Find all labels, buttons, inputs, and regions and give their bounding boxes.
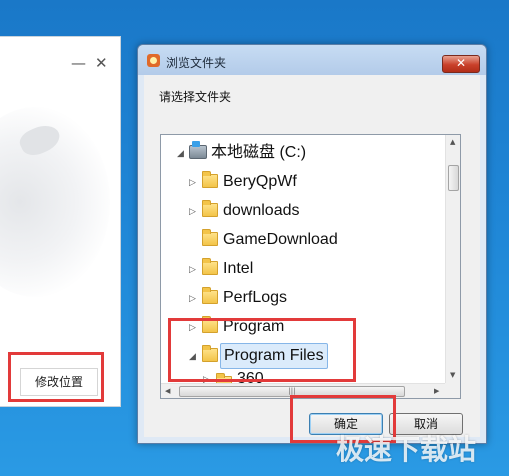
scroll-right-arrow-icon[interactable]: ▶ [434,387,439,395]
watermark-text: 极速下载站 [336,433,477,466]
folder-icon [202,258,218,275]
dialog-title-bar: 浏览文件夹 ✕ [138,45,486,75]
tree-node-label: 本地磁盘 (C:) [211,144,307,161]
highlight-box-change-location [8,352,104,402]
tree-node-label: downloads [223,202,300,219]
app-icon [147,54,160,67]
scroll-up-arrow-icon[interactable]: ▲ [450,138,455,146]
expand-arrow-icon[interactable]: ▷ [189,198,199,224]
dialog-prompt: 请选择文件夹 [159,90,232,104]
drive-icon [189,141,207,159]
tree-node-folder[interactable]: GameDownload [161,227,445,253]
tree-node-folder[interactable]: ▷ Intel [161,256,445,282]
expand-arrow-icon[interactable]: ▷ [189,285,199,311]
tree-node-folder[interactable]: ▷ downloads [161,198,445,224]
scroll-left-arrow-icon[interactable]: ◀ [165,387,170,395]
minimize-button[interactable]: — [71,55,86,71]
dialog-title: 浏览文件夹 [166,56,227,70]
highlight-box-program-files [168,318,356,382]
tree-node-label: PerfLogs [223,289,288,306]
expand-arrow-icon[interactable]: ▷ [189,256,199,282]
folder-icon [202,200,218,217]
dialog-close-button[interactable]: ✕ [442,55,480,73]
dialog-client-area: 请选择文件夹 ◢ 本地磁盘 (C:) ▷ BeryQpWf ▷ download… [144,75,480,437]
browse-folder-dialog: 浏览文件夹 ✕ 请选择文件夹 ◢ 本地磁盘 (C:) ▷ BeryQpWf ▷ … [137,44,487,444]
folder-icon [202,229,218,246]
tree-node-label: GameDownload [223,231,338,248]
tree-node-drive-c[interactable]: ◢ 本地磁盘 (C:) [161,140,445,166]
expand-arrow-icon[interactable]: ▷ [189,169,199,195]
tree-node-folder[interactable]: ▷ BeryQpWf [161,169,445,195]
collapse-arrow-icon[interactable]: ◢ [177,140,187,166]
tree-node-folder[interactable]: ▷ PerfLogs [161,285,445,311]
vertical-scroll-thumb[interactable] [448,165,459,191]
tree-node-label: Intel [223,260,254,277]
folder-icon [202,171,218,188]
vertical-scrollbar[interactable]: ▲ ▼ [445,135,460,383]
scroll-down-arrow-icon[interactable]: ▼ [450,371,455,379]
close-icon[interactable]: ✕ [95,55,108,71]
scrollbar-corner [445,383,460,398]
folder-icon [202,287,218,304]
tree-node-label: BeryQpWf [223,173,297,190]
